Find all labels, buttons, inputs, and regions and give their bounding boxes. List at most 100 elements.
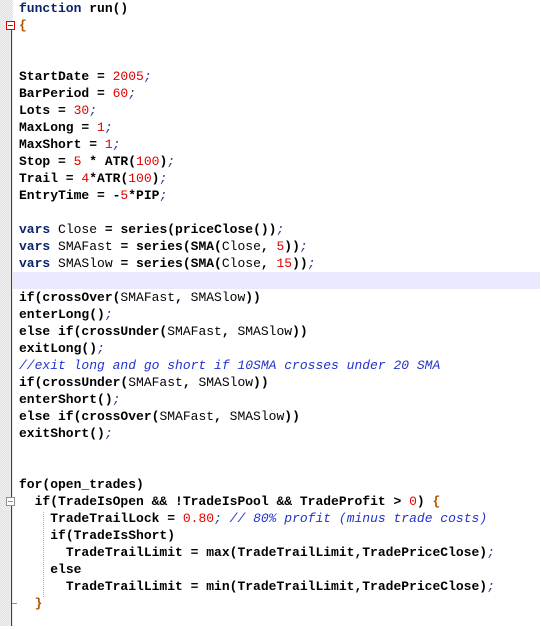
- token-idb: Close: [221, 239, 261, 254]
- code-line[interactable]: vars Close = series(priceClose());: [19, 221, 541, 238]
- token-semi: ;: [307, 256, 316, 271]
- code-line[interactable]: BarPeriod = 60;: [19, 85, 541, 102]
- code-line[interactable]: [19, 204, 541, 221]
- code-line[interactable]: TradeTrailLimit = max(TradeTrailLimit,Tr…: [19, 544, 541, 561]
- code-line[interactable]: enterLong();: [19, 306, 541, 323]
- token-semi: ;: [112, 392, 121, 407]
- code-line[interactable]: [19, 442, 541, 459]
- code-line[interactable]: if(TradeIsShort): [19, 527, 541, 544]
- token-idb: SMAFast: [120, 290, 176, 305]
- token-plain: = series(SMA(: [112, 256, 222, 271]
- token-semi: ;: [143, 69, 152, 84]
- token-plain: exitShort(): [19, 426, 105, 441]
- code-line[interactable]: vars SMASlow = series(SMA(Close, 15));: [19, 255, 541, 272]
- code-line[interactable]: if(TradeIsOpen && !TradeIsPool && TradeP…: [19, 493, 541, 510]
- code-line[interactable]: else: [19, 561, 541, 578]
- code-line[interactable]: }: [19, 595, 541, 612]
- token-semi: ;: [104, 120, 113, 135]
- code-line[interactable]: for(open_trades): [19, 476, 541, 493]
- token-num: 60: [112, 86, 129, 101]
- fold-toggle-function[interactable]: [6, 21, 15, 30]
- code-line[interactable]: else if(crossUnder(SMAFast, SMASlow)): [19, 323, 541, 340]
- token-plain: )): [292, 256, 308, 271]
- token-semi: ;: [89, 103, 98, 118]
- code-line[interactable]: Trail = 4*ATR(100);: [19, 170, 541, 187]
- token-kw: vars: [19, 256, 51, 271]
- token-num: 100: [128, 171, 152, 186]
- token-semi: ;: [487, 579, 495, 594]
- fold-toggle-if-block[interactable]: [6, 497, 15, 506]
- code-line[interactable]: exitLong();: [19, 340, 541, 357]
- token-plain: StartDate =: [19, 69, 113, 84]
- token-idb: SMASlow: [190, 290, 246, 305]
- token-plain: if(TradeIsOpen && !TradeIsPool && TradeP…: [34, 494, 410, 509]
- code-line[interactable]: if(crossOver(SMAFast, SMASlow)): [19, 289, 541, 306]
- token-plain: )): [284, 409, 300, 424]
- code-line[interactable]: if(crossUnder(SMAFast, SMASlow)): [19, 374, 541, 391]
- indent-guide: [43, 512, 44, 597]
- token-num: 0: [409, 494, 417, 509]
- token-plain: if(crossOver(: [19, 290, 121, 305]
- token-plain: ,: [182, 375, 199, 390]
- token-plain: MaxLong =: [19, 120, 98, 135]
- code-line[interactable]: exitShort();: [19, 425, 541, 442]
- token-idb: SMAFast: [58, 239, 113, 254]
- token-kw: vars: [19, 222, 51, 237]
- token-brace: {: [432, 494, 441, 509]
- token-plain: TradeTrailLimit = min(TradeTrailLimit,Tr…: [65, 579, 488, 594]
- token-plain: ,: [221, 324, 238, 339]
- token-idb: SMASlow: [198, 375, 254, 390]
- token-plain: )): [245, 290, 261, 305]
- token-plain: )): [292, 324, 308, 339]
- code-line[interactable]: vars SMAFast = series(SMA(Close, 5));: [19, 238, 541, 255]
- token-idb: SMAFast: [128, 375, 183, 390]
- token-plain: enterShort(): [19, 392, 113, 407]
- token-plain: run(): [81, 1, 129, 16]
- token-idb: SMAFast: [159, 409, 215, 424]
- token-num: 100: [136, 154, 160, 169]
- token-plain: Lots =: [19, 103, 74, 118]
- token-plain: for(open_trades): [19, 477, 144, 492]
- token-kw: function: [19, 1, 82, 16]
- code-line[interactable]: Lots = 30;: [19, 102, 541, 119]
- token-num: 1: [104, 137, 113, 152]
- token-semi: ;: [159, 188, 168, 203]
- code-line[interactable]: else if(crossOver(SMAFast, SMASlow)): [19, 408, 541, 425]
- code-line[interactable]: EntryTime = -5*PIP;: [19, 187, 541, 204]
- token-plain: else if(crossOver(: [19, 409, 160, 424]
- code-line[interactable]: [19, 34, 541, 51]
- token-idb: SMASlow: [229, 409, 285, 424]
- token-idb: SMAFast: [167, 324, 222, 339]
- token-cm: // 80% profit (minus trade costs): [221, 511, 488, 526]
- code-line[interactable]: TradeTrailLock = 0.80; // 80% profit (mi…: [19, 510, 541, 527]
- code-line[interactable]: MaxShort = 1;: [19, 136, 541, 153]
- token-plain: exitLong(): [19, 341, 98, 356]
- code-line[interactable]: [19, 51, 541, 68]
- code-line[interactable]: [19, 612, 541, 629]
- token-plain: MaxShort =: [19, 137, 105, 152]
- code-line[interactable]: [19, 459, 541, 476]
- code-line[interactable]: TradeTrailLimit = min(TradeTrailLimit,Tr…: [19, 578, 541, 595]
- fold-end-marker: [12, 603, 17, 604]
- token-idb: Close: [58, 222, 98, 237]
- code-line[interactable]: MaxLong = 1;: [19, 119, 541, 136]
- token-plain: TradeTrailLock =: [50, 511, 183, 526]
- token-plain: *ATR(: [89, 171, 129, 186]
- code-line[interactable]: StartDate = 2005;: [19, 68, 541, 85]
- token-idb: SMASlow: [58, 256, 113, 271]
- code-editor[interactable]: function run(){StartDate = 2005; BarPerio…: [0, 0, 541, 626]
- code-line[interactable]: //exit long and go short if 10SMA crosse…: [19, 357, 541, 374]
- token-num: 1: [97, 120, 105, 135]
- code-line[interactable]: [13, 272, 540, 289]
- code-line[interactable]: function run(): [19, 0, 541, 17]
- token-plain: Stop =: [19, 154, 74, 169]
- code-line[interactable]: {: [19, 17, 541, 34]
- token-semi: ;: [159, 171, 168, 186]
- token-idb: Close: [221, 256, 261, 271]
- code-line[interactable]: Stop = 5 * ATR(100);: [19, 153, 541, 170]
- token-plain: else: [50, 562, 82, 577]
- code-line[interactable]: enterShort();: [19, 391, 541, 408]
- token-num: 2005: [112, 69, 144, 84]
